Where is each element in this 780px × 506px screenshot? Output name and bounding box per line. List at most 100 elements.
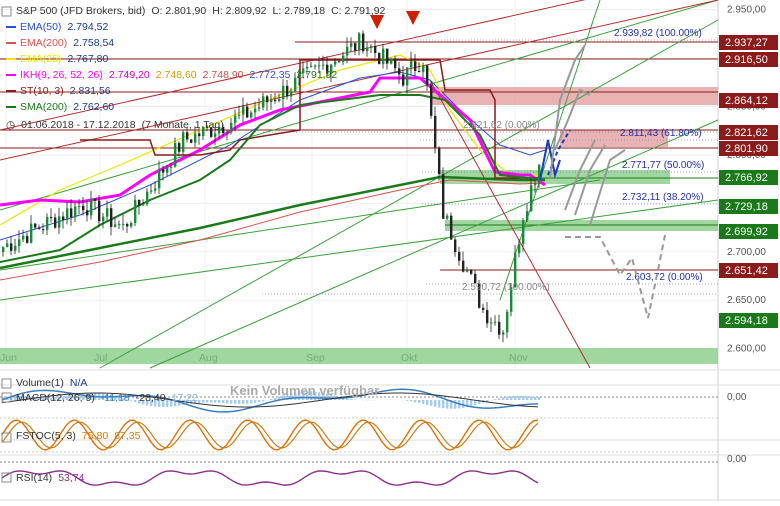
candle-body	[290, 91, 292, 96]
candle-body	[346, 47, 348, 56]
legend-item: EMA(200)2.758,54	[6, 37, 120, 50]
no-volume-text: Kein Volumen verfügbar	[230, 383, 379, 398]
candle-body	[406, 67, 408, 85]
macd-bar	[234, 400, 236, 404]
candle-body	[34, 224, 36, 228]
ohlc-c: C: 2.791,92	[331, 5, 385, 17]
candle-body	[486, 310, 488, 323]
candle-body	[90, 199, 92, 216]
macd-bar	[262, 400, 264, 401]
price-badge-label: 2.766,92	[725, 172, 768, 184]
candle-body	[98, 201, 100, 222]
volume-panel-title-part: Volume(1)	[16, 377, 64, 389]
legend-label: SMA(200)	[20, 101, 67, 113]
rsi-panel-title-part: 53,74	[58, 472, 84, 484]
macd-bar	[230, 400, 232, 404]
candle-body	[254, 109, 256, 113]
macd-bar	[406, 400, 408, 401]
candle-body	[2, 247, 4, 252]
price-badge-label: 2.937,27	[725, 37, 768, 49]
candle-body	[130, 223, 132, 226]
macd-bar	[498, 398, 500, 400]
candle-body	[78, 206, 80, 207]
candle-body	[318, 65, 320, 66]
candle-body	[6, 243, 8, 247]
macd-bar	[510, 396, 512, 400]
down-arrow-marker	[406, 11, 420, 25]
candle-body	[38, 228, 40, 230]
candle-body	[150, 191, 152, 192]
candle-body	[118, 224, 120, 225]
legend-label: IKH(9, 26, 52, 26)	[20, 69, 103, 81]
macd-bar	[414, 400, 416, 402]
fib-label: 2.821,62 (0.00%)	[463, 120, 540, 131]
candle-body	[278, 99, 280, 101]
fib-label: 2.732,11 (38.20%)	[622, 192, 704, 203]
price-badge-label: 2.594,18	[725, 315, 768, 327]
rsi-panel-title[interactable]: RSI(14)53,74	[16, 472, 90, 484]
candle-body	[398, 68, 400, 74]
macd-bar	[258, 400, 260, 402]
candle-body	[234, 116, 236, 123]
candle-body	[274, 100, 276, 101]
candle-body	[182, 132, 184, 152]
candle-body	[350, 43, 352, 47]
candle-body	[266, 96, 268, 102]
legend-value: 2.749,20	[109, 69, 150, 81]
candle-body	[502, 332, 504, 334]
macd-bar	[430, 400, 432, 406]
candle-body	[402, 74, 404, 85]
candle-body	[246, 107, 248, 118]
price-badge-label: 2.821,62	[725, 127, 768, 139]
macd-bar	[434, 400, 436, 407]
candle-body	[194, 133, 196, 142]
macd-panel-title-part: MACD(12, 26, 9)	[16, 392, 95, 404]
candle-body	[534, 184, 536, 185]
macd-bar	[254, 400, 256, 403]
candle-body	[414, 61, 416, 71]
candle-body	[214, 133, 216, 136]
fstoc-panel-title[interactable]: FSTOC(5, 3)75,8087,35	[16, 430, 146, 442]
candle-body	[430, 85, 432, 116]
macd-bar	[410, 400, 412, 401]
candle-body	[494, 322, 496, 323]
candle-body	[230, 123, 232, 132]
candle-body	[50, 217, 52, 218]
macd-bar	[486, 400, 488, 402]
volume-panel-title[interactable]: Volume(1)N/A	[16, 377, 93, 389]
candle-body	[354, 43, 356, 51]
candle-body	[70, 208, 72, 217]
candle-body	[86, 210, 88, 215]
legend-value: 2.772,35	[250, 69, 291, 81]
candle-body	[18, 239, 20, 245]
candle-body	[390, 59, 392, 64]
ohlc-o: O: 2.801,90	[151, 5, 206, 17]
candle-body	[482, 308, 484, 310]
macd-bar	[506, 397, 508, 400]
macd-bar	[518, 396, 520, 400]
y-tick-label: 2.650,00	[727, 295, 766, 306]
candle-body	[262, 96, 264, 107]
candle-body	[66, 208, 68, 219]
candle-body	[386, 49, 388, 64]
candle-body	[310, 66, 312, 67]
candle-body	[162, 169, 164, 172]
candle-body	[362, 33, 364, 51]
macd-bar	[222, 400, 224, 403]
volume-icon	[2, 379, 11, 388]
legend-item: SMA(200)2.762,60	[6, 101, 120, 114]
candle-body	[458, 252, 460, 261]
macd-panel-title[interactable]: MACD(12, 26, 9)-11,18-28,4017,22	[16, 392, 204, 404]
fib-label: 2.811,43 (61.80%)	[620, 128, 702, 139]
fstoc-panel-title-part: FSTOC(5, 3)	[16, 430, 76, 442]
macd-bar	[462, 400, 464, 408]
fib-label: 2.939,82 (100.00%)	[614, 28, 702, 39]
y-tick-label: 2.700,00	[727, 247, 766, 258]
candle-body	[438, 148, 440, 175]
legend-value: 2.791,92	[296, 69, 337, 81]
macd-bar	[502, 397, 504, 400]
candle-body	[74, 206, 76, 217]
legend-item: ST(10, 3)2.831,56	[6, 85, 117, 98]
candle-body	[518, 244, 520, 253]
legend-item: EMA(25)2.767,80	[6, 53, 114, 66]
